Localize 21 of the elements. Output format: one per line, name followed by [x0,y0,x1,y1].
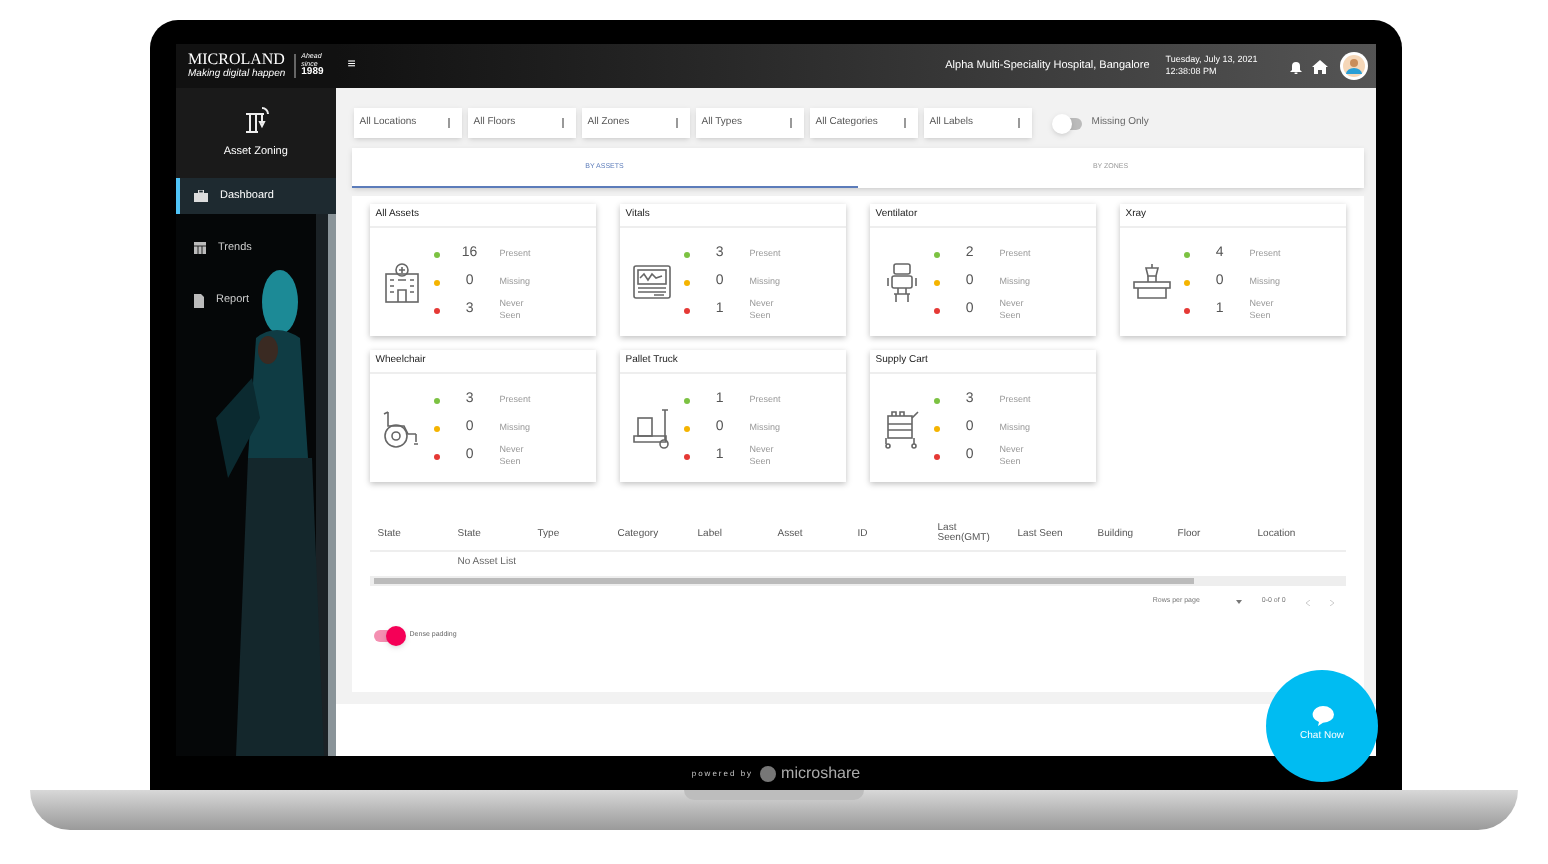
dense-padding-toggle[interactable] [373,630,402,642]
xray-table-icon [1129,262,1174,302]
calendar-icon [194,242,206,254]
microshare-logo-icon [759,765,776,781]
document-icon [194,293,204,307]
wheelchair-icon [379,406,424,450]
chat-bubble-icon [1311,706,1333,727]
briefcase-icon [194,190,208,202]
caret-icon[interactable] [1235,600,1242,604]
brand-logo: MICROLAND [188,51,286,68]
ventilator-icon [883,260,920,304]
hand-truck-icon [629,406,674,450]
monitor-icon [629,260,674,304]
horizontal-scrollbar[interactable] [369,576,1346,586]
missing-only-toggle[interactable] [1053,117,1082,129]
avatar[interactable] [1339,52,1368,80]
microshare-brand: microshare [781,761,861,785]
hospital-building-icon [379,260,424,304]
bell-icon[interactable] [1289,59,1302,73]
supply-cart-icon [879,406,924,450]
home-icon[interactable] [1311,59,1328,73]
